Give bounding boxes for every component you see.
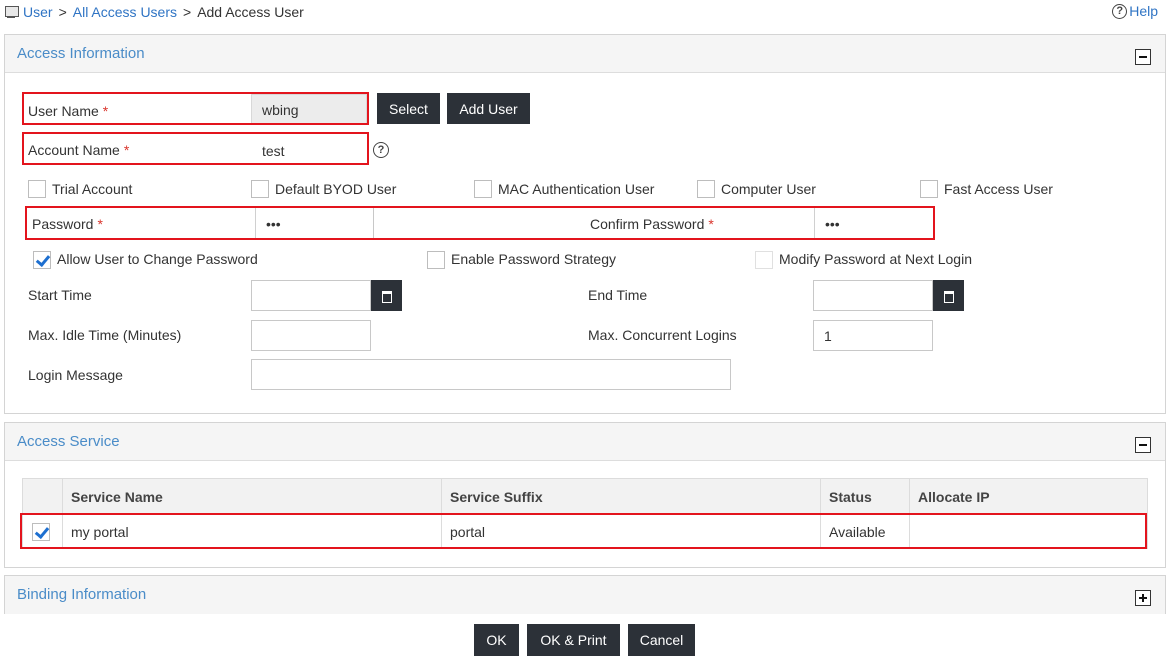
login-message-label: Login Message xyxy=(28,367,123,383)
mac-authentication-user-checkbox[interactable] xyxy=(474,180,492,198)
help-link[interactable]: ? Help xyxy=(1112,3,1158,19)
access-service-table: Service Name Service Suffix Status Alloc… xyxy=(22,478,1148,549)
ok-button[interactable]: OK xyxy=(474,624,519,656)
breadcrumb-all-access-users-link[interactable]: All Access Users xyxy=(73,4,177,20)
default-byod-user-label: Default BYOD User xyxy=(275,181,397,197)
fast-access-user-checkbox[interactable] xyxy=(920,180,938,198)
access-information-title: Access Information xyxy=(17,45,145,62)
fast-access-user-label: Fast Access User xyxy=(944,181,1053,197)
max-idle-time-label: Max. Idle Time (Minutes) xyxy=(28,327,182,343)
modify-password-next-login-checkbox[interactable] xyxy=(755,251,773,269)
access-service-title: Access Service xyxy=(17,433,120,450)
access-service-header: Access Service xyxy=(5,423,1165,461)
table-header-row: Service Name Service Suffix Status Alloc… xyxy=(22,478,1148,515)
end-time-label: End Time xyxy=(588,287,648,303)
binding-information-header: Binding Information xyxy=(5,576,1165,614)
computer-icon xyxy=(4,5,19,19)
trial-account-checkbox[interactable] xyxy=(28,180,46,198)
breadcrumb: User > All Access Users > Add Access Use… xyxy=(4,3,304,21)
modify-password-next-login-label: Modify Password at Next Login xyxy=(779,251,972,267)
row-checkbox-cell xyxy=(22,514,63,549)
table-header-checkbox-cell xyxy=(22,478,63,515)
default-byod-user-checkbox[interactable] xyxy=(251,180,269,198)
select-button[interactable]: Select xyxy=(377,93,440,124)
confirm-password-label: Confirm Password * xyxy=(590,216,714,232)
password-label: Password * xyxy=(32,216,103,232)
max-concurrent-logins-input[interactable] xyxy=(813,320,933,351)
allow-change-password-label: Allow User to Change Password xyxy=(57,251,258,267)
cancel-button[interactable]: Cancel xyxy=(628,624,695,656)
cell-service-name: my portal xyxy=(62,514,442,549)
end-time-calendar-icon[interactable] xyxy=(933,280,964,311)
start-time-calendar-icon[interactable] xyxy=(371,280,402,311)
row-checkbox[interactable] xyxy=(32,523,50,541)
user-name-input[interactable] xyxy=(251,94,367,125)
enable-password-strategy-checkbox[interactable] xyxy=(427,251,445,269)
add-user-button[interactable]: Add User xyxy=(447,93,530,124)
binding-information-panel: Binding Information xyxy=(4,575,1166,614)
account-name-input[interactable] xyxy=(251,135,367,166)
breadcrumb-user-link[interactable]: User xyxy=(23,4,53,20)
binding-information-title: Binding Information xyxy=(17,586,147,603)
start-time-label: Start Time xyxy=(28,287,92,303)
breadcrumb-separator: > xyxy=(183,4,192,20)
column-service-name: Service Name xyxy=(62,478,442,515)
access-information-header: Access Information xyxy=(5,35,1165,73)
account-name-label: Account Name * xyxy=(28,142,130,158)
help-icon: ? xyxy=(1112,3,1128,19)
max-idle-time-input[interactable] xyxy=(251,320,371,351)
column-service-suffix: Service Suffix xyxy=(441,478,821,515)
mac-authentication-user-label: MAC Authentication User xyxy=(498,181,655,197)
question-icon[interactable]: ? xyxy=(373,142,389,158)
trial-account-label: Trial Account xyxy=(52,181,133,197)
computer-user-checkbox[interactable] xyxy=(697,180,715,198)
password-input[interactable] xyxy=(255,208,374,239)
confirm-password-input[interactable] xyxy=(814,208,932,239)
expand-icon[interactable] xyxy=(1135,590,1151,606)
breadcrumb-separator: > xyxy=(58,4,67,20)
cell-status: Available xyxy=(820,514,910,549)
user-name-label: User Name * xyxy=(28,103,109,119)
ok-print-button[interactable]: OK & Print xyxy=(527,624,620,656)
table-row[interactable]: my portal portal Available xyxy=(22,514,1148,549)
cell-service-suffix: portal xyxy=(441,514,821,549)
column-allocate-ip: Allocate IP xyxy=(909,478,1148,515)
access-information-panel: Access Information xyxy=(4,34,1166,414)
column-status: Status xyxy=(820,478,910,515)
end-time-input[interactable] xyxy=(813,280,933,311)
max-concurrent-logins-label: Max. Concurrent Logins xyxy=(588,327,737,343)
allow-change-password-checkbox[interactable] xyxy=(33,251,51,269)
help-label: Help xyxy=(1129,3,1158,19)
cell-allocate-ip xyxy=(909,514,1148,549)
computer-user-label: Computer User xyxy=(721,181,816,197)
breadcrumb-current: Add Access User xyxy=(197,4,304,20)
start-time-input[interactable] xyxy=(251,280,371,311)
collapse-icon[interactable] xyxy=(1135,49,1151,65)
enable-password-strategy-label: Enable Password Strategy xyxy=(451,251,616,267)
login-message-input[interactable] xyxy=(251,359,731,390)
collapse-icon[interactable] xyxy=(1135,437,1151,453)
